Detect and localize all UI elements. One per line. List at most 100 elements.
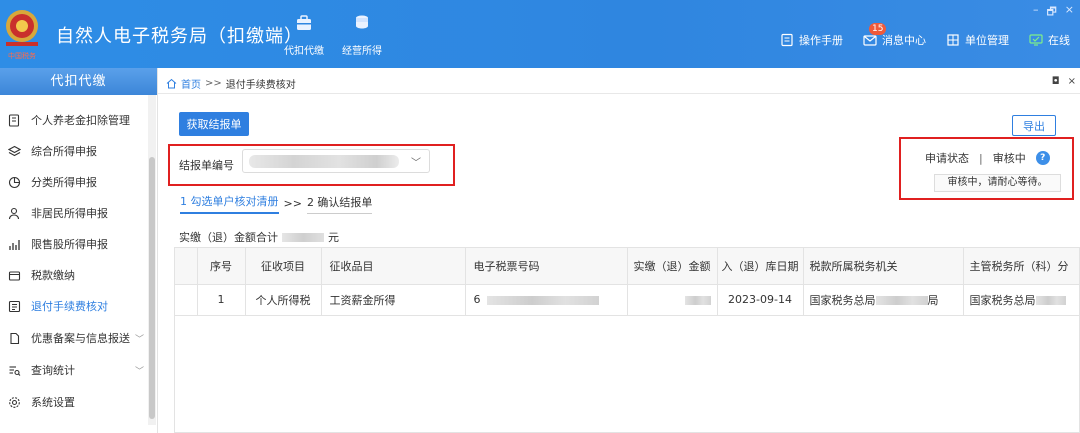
tab-step-1[interactable]: 1 勾选单户核对清册 — [180, 193, 279, 214]
window-controls: – 🗗 × — [1033, 3, 1074, 22]
col-header-category: 征收品目 — [321, 248, 466, 285]
sidebar-item-fee-refund-check[interactable]: 退付手续费核对 — [0, 291, 148, 321]
cell-ticket-no: 6 — [465, 284, 628, 316]
chevron-down-icon: ﹀ — [411, 158, 421, 169]
cell-tax-office: 国家税务总局 局 — [803, 284, 964, 316]
redacted-tax-office — [875, 296, 928, 305]
top-nav-withholding[interactable]: 代扣代缴 — [280, 14, 328, 57]
sidebar-item-nonresident[interactable]: 非居民所得申报 — [0, 198, 148, 228]
layers-icon — [8, 145, 21, 156]
file-icon — [10, 332, 20, 344]
mail-icon — [863, 35, 877, 46]
breadcrumb-home[interactable]: 首页 — [181, 76, 201, 91]
redacted-branch — [1035, 296, 1066, 305]
report-number-select[interactable]: ﹀ — [242, 149, 430, 173]
briefcase-icon — [297, 15, 311, 30]
minimize-button[interactable]: – — [1033, 3, 1039, 22]
tab-maximize-button[interactable]: ◘ — [1052, 76, 1060, 87]
sidebar-item-label: 退付手续费核对 — [31, 300, 108, 313]
building-icon — [947, 34, 959, 46]
get-report-button[interactable]: 获取结报单 — [179, 112, 249, 136]
redacted-report-number — [249, 155, 399, 168]
sidebar-scrollbar[interactable] — [148, 95, 156, 425]
sidebar-header: 代扣代缴 — [0, 68, 157, 95]
status-value: 审核中 — [992, 152, 1026, 165]
restore-button[interactable]: 🗗 — [1046, 3, 1056, 22]
manual-link[interactable]: 操作手册 — [780, 32, 843, 48]
sidebar-item-pension[interactable]: 个人养老金扣除管理 — [0, 105, 148, 135]
sidebar-item-preferential-filing[interactable]: 优惠备案与信息报送 ﹀ — [0, 323, 148, 353]
row-checkbox-cell[interactable] — [175, 284, 198, 316]
top-nav: 代扣代缴 经营所得 — [280, 14, 386, 57]
monitor-online-icon — [1029, 34, 1043, 46]
cell-seq: 1 — [197, 284, 246, 316]
branch-prefix: 国家税务总局 — [969, 293, 1036, 307]
sidebar-item-system-settings[interactable]: 系统设置 — [0, 387, 148, 417]
online-label: 在线 — [1048, 34, 1070, 47]
sidebar-item-label: 系统设置 — [31, 396, 75, 409]
redacted-total-amount — [282, 232, 324, 242]
unit-management-label: 单位管理 — [965, 34, 1009, 47]
sidebar-item-label: 限售股所得申报 — [31, 238, 108, 251]
message-center-link[interactable]: 15 消息中心 — [863, 23, 926, 48]
cell-item: 个人所得税 — [245, 284, 322, 316]
sidebar-item-query-stats[interactable]: 查询统计 ﹀ — [0, 355, 148, 385]
app-title: 自然人电子税务局（扣缴端） — [56, 26, 303, 47]
col-checkbox-header[interactable] — [175, 248, 198, 285]
breadcrumb-current: 退付手续费核对 — [225, 80, 296, 91]
col-header-amount: 实缴（退）金额 — [627, 248, 718, 285]
sidebar-item-label: 税款缴纳 — [31, 269, 75, 282]
step-tabs: 1 勾选单户核对清册 >> 2 确认结报单 — [180, 193, 373, 214]
sidebar-item-tax-payment[interactable]: 税款缴纳 — [0, 260, 148, 290]
sidebar-item-label: 综合所得申报 — [31, 145, 97, 158]
tab-step-2[interactable]: 2 确认结报单 — [306, 194, 373, 214]
unit-management-link[interactable]: 单位管理 — [946, 32, 1009, 48]
chevron-down-icon: ﹀ — [134, 334, 144, 345]
col-header-date: 入（退）库日期 — [717, 248, 804, 285]
col-header-ticket-no: 电子税票号码 — [465, 248, 628, 285]
online-status[interactable]: 在线 — [1029, 32, 1070, 48]
col-header-item: 征收项目 — [245, 248, 322, 285]
tax-office-prefix: 国家税务总局 — [809, 293, 876, 307]
pie-chart-icon — [8, 176, 21, 188]
status-separator: | — [979, 151, 983, 165]
table-header-row: 序号 征收项目 征收品目 电子税票号码 实缴（退）金额 入（退）库日期 税款所属… — [175, 248, 1079, 285]
status-label: 申请状态 — [925, 152, 969, 165]
header-toolbar: 操作手册 15 消息中心 单位管理 在线 — [780, 23, 1070, 48]
logo-text: 中国税务 — [8, 51, 36, 60]
cell-category: 工资薪金所得 — [321, 284, 466, 316]
tax-emblem-logo: 中国税务 — [6, 10, 38, 60]
bar-chart-icon — [9, 239, 20, 250]
total-amount-label: 实缴（退）金额合计 — [179, 231, 278, 244]
query-icon — [9, 365, 21, 376]
col-header-tax-office: 税款所属税务机关 — [803, 248, 964, 285]
sidebar-item-label: 个人养老金扣除管理 — [31, 114, 130, 127]
top-nav-label: 经营所得 — [342, 46, 382, 57]
sidebar-item-comprehensive[interactable]: 综合所得申报 — [0, 136, 148, 166]
sidebar-item-label: 优惠备案与信息报送 — [31, 332, 130, 345]
col-header-seq: 序号 — [197, 248, 246, 285]
gear-icon — [9, 396, 20, 408]
home-icon[interactable] — [166, 78, 177, 89]
close-button[interactable]: × — [1065, 3, 1074, 22]
wallet-icon — [8, 270, 21, 281]
checklist-icon — [8, 300, 21, 312]
total-amount-row: 实缴（退）金额合计 元 — [179, 229, 339, 245]
coin-stack-icon — [356, 15, 368, 29]
help-icon[interactable]: ? — [1035, 151, 1050, 165]
sidebar-item-label: 非居民所得申报 — [31, 207, 108, 220]
total-amount-unit: 元 — [328, 231, 339, 244]
sidebar-scrollbar-thumb[interactable] — [149, 157, 155, 419]
sidebar-item-classified[interactable]: 分类所得申报 — [0, 167, 148, 197]
top-nav-business-income[interactable]: 经营所得 — [338, 14, 386, 57]
cell-date: 2023-09-14 — [717, 284, 804, 316]
sidebar-item-restricted-shares[interactable]: 限售股所得申报 — [0, 229, 148, 259]
cell-branch: 国家税务总局 — [963, 284, 1079, 316]
status-message: 审核中，请耐心等待。 — [934, 174, 1061, 192]
redacted-amount — [684, 295, 711, 305]
sidebar-item-label: 分类所得申报 — [31, 176, 97, 189]
tab-close-button[interactable]: × — [1068, 76, 1076, 87]
table-row[interactable]: 1 个人所得税 工资薪金所得 6 2023-09-14 国家税务总局 局 国家税务… — [175, 284, 1079, 316]
export-button[interactable]: 导出 — [1012, 115, 1056, 136]
sidebar-item-label: 查询统计 — [31, 364, 75, 377]
